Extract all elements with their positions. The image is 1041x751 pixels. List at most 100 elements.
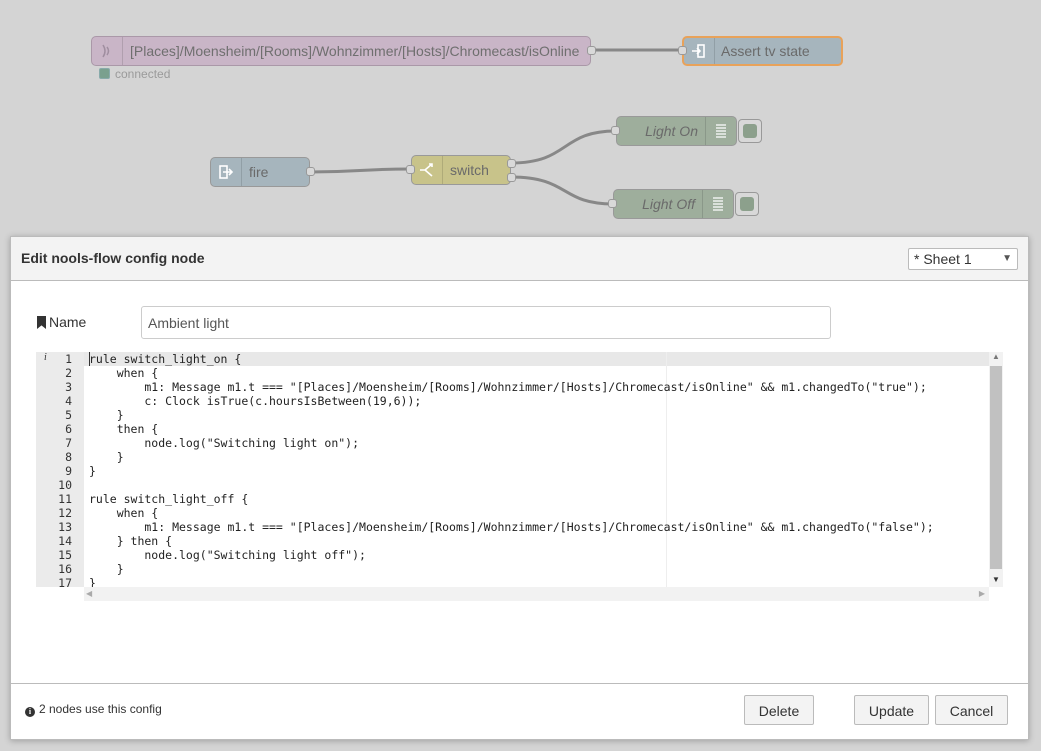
name-label-text: Name bbox=[49, 314, 87, 330]
mqtt-node-status: connected bbox=[99, 67, 170, 81]
line-number: 5 bbox=[65, 408, 72, 422]
toggle-indicator bbox=[743, 124, 757, 138]
status-dot bbox=[99, 68, 110, 79]
code-line[interactable]: node.log("Switching light on"); bbox=[89, 436, 359, 450]
link-in-icon bbox=[684, 38, 715, 64]
line-number: 1 bbox=[65, 352, 72, 366]
light-off-toggle-button[interactable] bbox=[735, 192, 759, 216]
code-line[interactable]: c: Clock isTrue(c.hoursIsBetween(19,6)); bbox=[89, 394, 421, 408]
line-number: 8 bbox=[65, 450, 72, 464]
line-number: 2 bbox=[65, 366, 72, 380]
code-line[interactable]: when { bbox=[89, 366, 159, 380]
line-number: 11 bbox=[58, 492, 72, 506]
line-number: 16 bbox=[58, 562, 72, 576]
switch-icon bbox=[412, 156, 443, 184]
switch-node-output-port-1[interactable] bbox=[507, 159, 516, 168]
horizontal-scrollbar[interactable]: ◀ ▶ bbox=[84, 587, 989, 601]
dialog-footer: i 2 nodes use this config Delete Update C… bbox=[11, 683, 1028, 739]
name-row: Name bbox=[37, 306, 837, 340]
light-on-node[interactable]: Light On bbox=[611, 116, 737, 146]
line-number: 3 bbox=[65, 380, 72, 394]
code-line[interactable]: node.log("Switching light off"); bbox=[89, 548, 366, 562]
scroll-right-icon[interactable]: ▶ bbox=[979, 589, 985, 598]
sheet-select[interactable]: * Sheet 1 ▼ bbox=[908, 248, 1018, 270]
light-on-node-label: Light On bbox=[645, 123, 698, 139]
info-icon: i bbox=[25, 707, 35, 717]
dialog-header: Edit nools-flow config node * Sheet 1 ▼ bbox=[11, 237, 1028, 281]
light-on-toggle-button[interactable] bbox=[738, 119, 762, 143]
line-number: 15 bbox=[58, 548, 72, 562]
code-line[interactable]: rule switch_light_on { bbox=[89, 352, 241, 366]
light-off-node[interactable]: Light Off bbox=[608, 189, 734, 219]
assert-tv-state-node[interactable]: Assert tv state bbox=[678, 36, 843, 66]
name-label: Name bbox=[37, 314, 86, 330]
code-line[interactable]: m1: Message m1.t === "[Places]/Moensheim… bbox=[89, 380, 926, 394]
fire-node-label: fire bbox=[249, 164, 269, 180]
mqtt-node-label: [Places]/Moensheim/[Rooms]/Wohnzimmer/[H… bbox=[130, 43, 580, 59]
code-line[interactable]: when { bbox=[89, 506, 159, 520]
name-input[interactable] bbox=[141, 306, 831, 339]
code-line[interactable]: then { bbox=[89, 422, 159, 436]
code-line[interactable]: } then { bbox=[89, 534, 172, 548]
switch-node-input-port[interactable] bbox=[406, 165, 415, 174]
line-number: 13 bbox=[58, 520, 72, 534]
radio-waves-icon bbox=[92, 37, 123, 65]
mqtt-status-text: connected bbox=[115, 67, 171, 81]
sheet-select-value: * Sheet 1 bbox=[914, 251, 972, 267]
light-off-node-label: Light Off bbox=[642, 196, 695, 212]
scrollbar-thumb[interactable] bbox=[990, 366, 1002, 569]
code-editor[interactable]: i 1 2 3 4 5 6 7 8 9 10 11 12 13 14 15 16 17 rule switch_… bbox=[36, 352, 1003, 602]
line-number: 17 bbox=[58, 576, 72, 590]
switch-node[interactable]: switch bbox=[406, 155, 516, 185]
scroll-up-icon[interactable]: ▲ bbox=[992, 352, 1000, 361]
fire-node-output-port[interactable] bbox=[306, 167, 315, 176]
wire-fire-to-switch bbox=[309, 167, 412, 174]
cancel-button[interactable]: Cancel bbox=[935, 695, 1008, 725]
line-number: 14 bbox=[58, 534, 72, 548]
flow-canvas[interactable]: [Places]/Moensheim/[Rooms]/Wohnzimmer/[H… bbox=[0, 0, 1041, 236]
tag-icon bbox=[37, 316, 46, 329]
code-line[interactable]: } bbox=[89, 464, 96, 478]
switch-node-label: switch bbox=[450, 162, 489, 178]
light-off-input-port[interactable] bbox=[608, 199, 617, 208]
scroll-left-icon[interactable]: ◀ bbox=[86, 589, 92, 598]
mqtt-node-output-port[interactable] bbox=[587, 46, 596, 55]
chevron-down-icon: ▼ bbox=[1002, 253, 1012, 264]
usage-text: 2 nodes use this config bbox=[39, 702, 162, 716]
code-line[interactable]: } bbox=[89, 450, 124, 464]
code-line[interactable]: m1: Message m1.t === "[Places]/Moensheim… bbox=[89, 520, 933, 534]
mqtt-in-node[interactable]: [Places]/Moensheim/[Rooms]/Wohnzimmer/[H… bbox=[91, 36, 596, 66]
update-button[interactable]: Update bbox=[854, 695, 929, 725]
line-number: 10 bbox=[58, 478, 72, 492]
info-annotation-icon: i bbox=[44, 352, 47, 363]
line-number: 12 bbox=[58, 506, 72, 520]
config-usage-note: i 2 nodes use this config bbox=[25, 702, 162, 717]
line-number: 4 bbox=[65, 394, 72, 408]
toggle-indicator bbox=[740, 197, 754, 211]
wire-switch-to-light-off bbox=[510, 175, 614, 206]
scroll-down-icon[interactable]: ▼ bbox=[992, 575, 1000, 584]
line-number: 9 bbox=[65, 464, 72, 478]
fire-inject-node[interactable]: fire bbox=[210, 157, 315, 187]
line-number: 7 bbox=[65, 436, 72, 450]
edit-config-dialog: Edit nools-flow config node * Sheet 1 ▼ … bbox=[10, 236, 1029, 740]
editor-gutter: i 1 2 3 4 5 6 7 8 9 10 11 12 13 14 15 16 17 bbox=[36, 352, 84, 590]
wire-switch-to-light-on bbox=[510, 129, 617, 165]
switch-node-output-port-2[interactable] bbox=[507, 173, 516, 182]
code-line[interactable]: } bbox=[89, 562, 124, 576]
vertical-scrollbar[interactable]: ▲ ▼ bbox=[989, 352, 1003, 587]
code-line[interactable]: } bbox=[89, 408, 124, 422]
list-icon bbox=[702, 190, 733, 218]
line-number: 6 bbox=[65, 422, 72, 436]
arrow-in-icon bbox=[211, 158, 242, 186]
assert-node-input-port[interactable] bbox=[678, 46, 687, 55]
list-icon bbox=[705, 117, 736, 145]
dialog-title: Edit nools-flow config node bbox=[21, 250, 205, 266]
code-content[interactable]: rule switch_light_on { when { m1: Messag… bbox=[89, 352, 989, 587]
light-on-input-port[interactable] bbox=[611, 126, 620, 135]
assert-node-label: Assert tv state bbox=[721, 43, 810, 59]
code-line[interactable]: } bbox=[89, 576, 96, 587]
delete-button[interactable]: Delete bbox=[744, 695, 814, 725]
text-cursor bbox=[89, 352, 90, 366]
code-line[interactable]: rule switch_light_off { bbox=[89, 492, 248, 506]
